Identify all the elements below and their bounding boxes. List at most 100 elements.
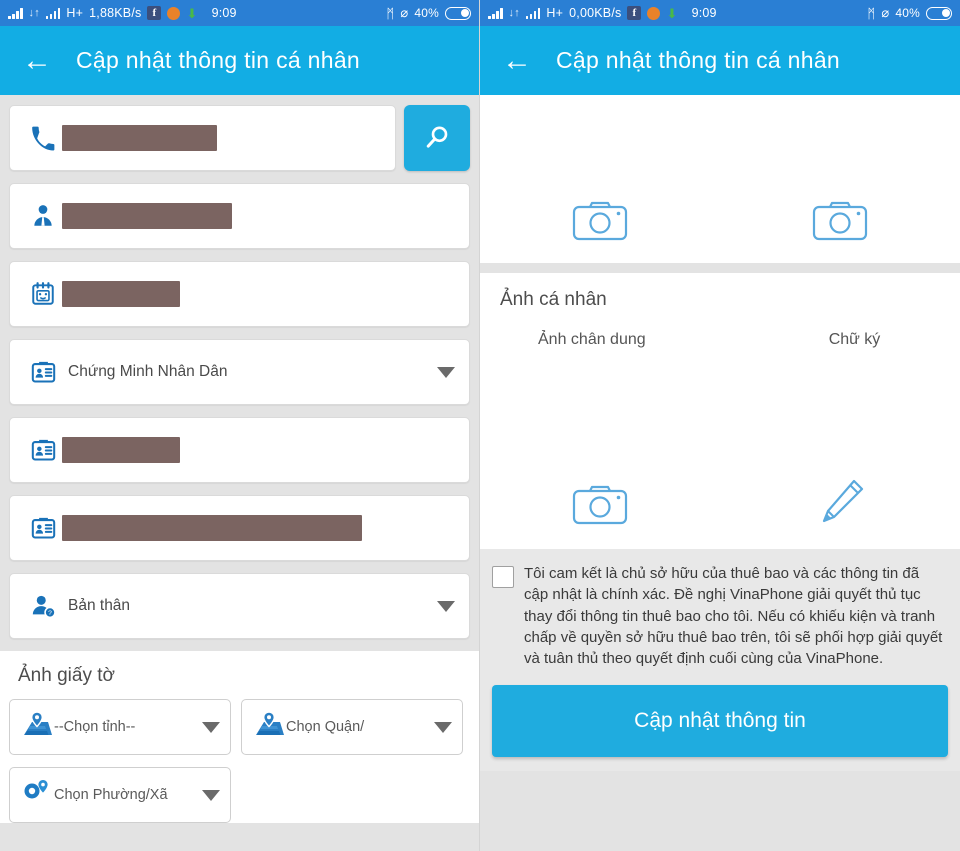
data-transfer-icon: ↓↑ — [508, 7, 520, 19]
personal-photo-slots — [480, 359, 960, 549]
orange-app-icon — [647, 6, 661, 20]
birthdate-field[interactable] — [9, 261, 470, 327]
person-icon — [24, 203, 62, 229]
download-arrow-icon: ⬇ — [666, 5, 678, 21]
doctype-row: Chứng Minh Nhân Dân — [9, 339, 470, 405]
svg-text:?: ? — [48, 609, 52, 616]
app-bar-right: ← Cập nhật thông tin cá nhân — [480, 26, 960, 95]
fullname-value-redacted — [62, 203, 232, 229]
docnumber-field[interactable] — [9, 417, 470, 483]
battery-icon — [926, 6, 952, 20]
network-type-label: H+ — [66, 6, 84, 20]
consent-checkbox[interactable] — [492, 566, 514, 588]
signature-pen-slot[interactable] — [720, 477, 960, 527]
orange-app-icon — [167, 6, 181, 20]
network-speed-label: 1,88KB/s — [89, 6, 142, 20]
phone-field[interactable] — [9, 105, 396, 171]
download-arrow-icon: ⬇ — [186, 5, 198, 21]
network-speed-label: 0,00KB/s — [569, 6, 622, 20]
mute-icon: ⌀ — [400, 5, 409, 20]
portrait-camera-slot[interactable] — [480, 483, 720, 527]
id-card-icon — [24, 437, 62, 464]
signal-bars-icon — [45, 7, 61, 19]
consent-row: Tôi cam kết là chủ sở hữu của thuê bao v… — [480, 549, 960, 680]
relation-field[interactable]: ? Bản thân — [9, 573, 470, 639]
page-title: Cập nhật thông tin cá nhân — [556, 47, 841, 73]
map-marker-icon — [20, 778, 54, 813]
submit-button[interactable]: Cập nhật thông tin — [492, 685, 948, 758]
location-selects-row-2: Chọn Phường/Xã — [0, 767, 479, 823]
ward-label: Chọn Phường/Xã — [54, 787, 168, 803]
portrait-label: Ảnh chân dung — [538, 331, 646, 348]
birthdate-value-redacted — [62, 281, 180, 307]
docnumber-value-redacted — [62, 437, 180, 463]
signature-label: Chữ ký — [828, 331, 881, 348]
document-photos-card — [480, 95, 960, 263]
profile-form: Chứng Minh Nhân Dân ? Bản thân — [0, 95, 479, 639]
id-card-icon — [24, 359, 62, 386]
signal-bars-icon — [525, 7, 541, 19]
back-button[interactable]: ← — [502, 45, 542, 76]
battery-icon — [445, 6, 471, 20]
bluetooth-icon: ᛗ — [867, 5, 876, 21]
fullname-field[interactable] — [9, 183, 470, 249]
network-type-label: H+ — [546, 6, 564, 20]
signal-bars-icon — [8, 7, 23, 19]
search-button[interactable] — [404, 105, 470, 171]
camera-icon — [812, 201, 868, 241]
doctype-value: Chứng Minh Nhân Dân — [68, 363, 228, 380]
fullname-row — [9, 183, 470, 249]
province-select[interactable]: --Chọn tỉnh-- — [9, 699, 231, 755]
chevron-down-icon[interactable] — [437, 600, 455, 612]
district-select[interactable]: Chọn Quận/ — [241, 699, 463, 755]
page-title: Cập nhật thông tin cá nhân — [76, 47, 361, 73]
calendar-icon — [24, 281, 62, 307]
docissue-field[interactable] — [9, 495, 470, 561]
documents-section: Ảnh giấy tờ --Chọn tỉnh-- Chọn Quận/ Chọ… — [0, 651, 479, 823]
status-bar-left: ↓↑ H+ 1,88KB/s f ⬇ 9:09 ᛗ ⌀ 40% — [0, 0, 479, 26]
doc-back-camera-slot[interactable] — [720, 199, 960, 243]
province-label: --Chọn tỉnh-- — [54, 719, 136, 735]
personal-section-title: Ảnh cá nhân — [500, 289, 607, 310]
chevron-down-icon[interactable] — [437, 366, 455, 378]
phone-row — [9, 105, 470, 171]
person-question-icon: ? — [24, 593, 62, 620]
documents-section-title: Ảnh giấy tờ — [18, 665, 115, 686]
personal-photo-labels: Ảnh chân dung Chữ ký — [480, 331, 960, 359]
submit-area: Cập nhật thông tin — [480, 679, 960, 772]
dual-screenshot-container: ↓↑ H+ 1,88KB/s f ⬇ 9:09 ᛗ ⌀ 40% ← Cập nh… — [0, 0, 960, 851]
bluetooth-icon: ᛗ — [386, 5, 395, 21]
facebook-icon: f — [147, 6, 162, 20]
chevron-down-icon[interactable] — [434, 721, 452, 733]
section-divider — [480, 263, 960, 273]
doc-front-camera-slot[interactable] — [480, 199, 720, 243]
chevron-down-icon[interactable] — [202, 721, 220, 733]
ward-select[interactable]: Chọn Phường/Xã — [9, 767, 231, 823]
consent-text: Tôi cam kết là chủ sở hữu của thuê bao v… — [524, 565, 943, 668]
left-screen: ↓↑ H+ 1,88KB/s f ⬇ 9:09 ᛗ ⌀ 40% ← Cập nh… — [0, 0, 480, 851]
doctype-field[interactable]: Chứng Minh Nhân Dân — [9, 339, 470, 405]
personal-photos-card: Ảnh cá nhân Ảnh chân dung Chữ ký — [480, 273, 960, 549]
map-pin-icon — [20, 710, 54, 745]
battery-percent-label: 40% — [895, 6, 920, 20]
app-bar-left: ← Cập nhật thông tin cá nhân — [0, 26, 479, 95]
facebook-icon: f — [627, 6, 642, 20]
relation-value: Bản thân — [68, 597, 131, 614]
signal-bars-icon — [488, 7, 503, 19]
docissue-value-redacted — [62, 515, 362, 541]
chevron-down-icon[interactable] — [202, 789, 220, 801]
district-label: Chọn Quận/ — [286, 719, 365, 735]
clock-label: 9:09 — [211, 6, 237, 20]
id-card-icon — [24, 515, 62, 542]
camera-icon — [572, 201, 628, 241]
phone-value-redacted — [62, 125, 217, 151]
search-icon — [426, 126, 448, 148]
relation-row: ? Bản thân — [9, 573, 470, 639]
camera-icon — [572, 485, 628, 525]
map-pin-icon — [252, 710, 286, 745]
back-button[interactable]: ← — [22, 45, 62, 76]
status-bar-right: ↓↑ H+ 0,00KB/s f ⬇ 9:09 ᛗ ⌀ 40% — [480, 0, 960, 26]
data-transfer-icon: ↓↑ — [28, 7, 40, 19]
docnumber-row — [9, 417, 470, 483]
docissue-row — [9, 495, 470, 561]
